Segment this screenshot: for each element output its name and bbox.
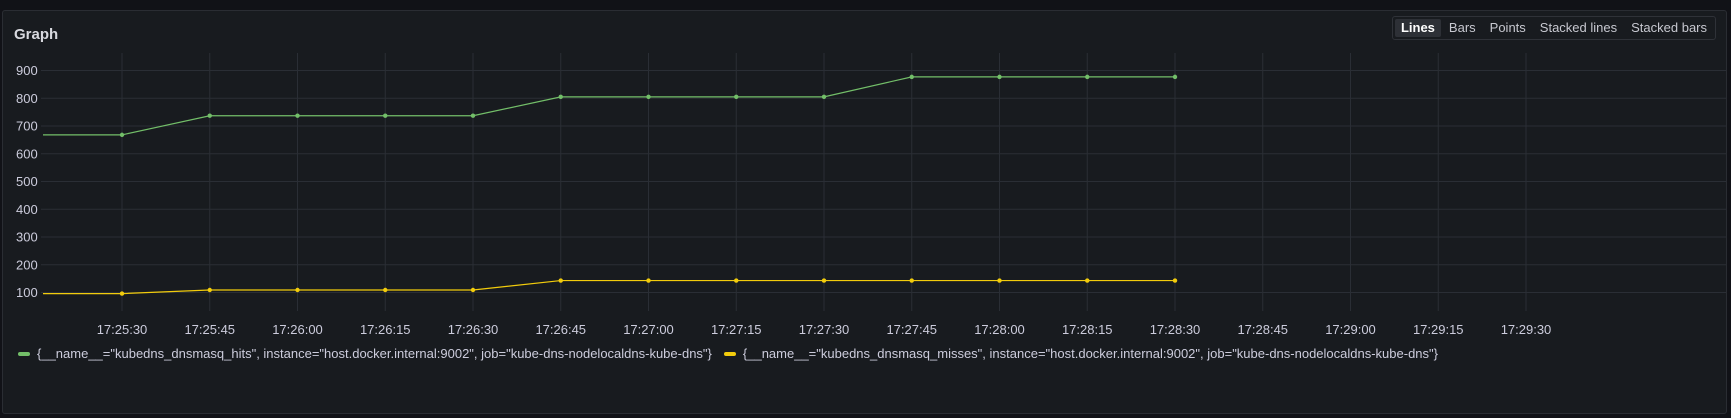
data-point-hits [909, 74, 914, 80]
data-point-misses [997, 278, 1002, 283]
data-point-misses [909, 278, 914, 283]
y-tick-label: 800 [16, 91, 38, 106]
legend-item-misses[interactable]: {__name__="kubedns_dnsmasq_misses", inst… [723, 346, 1438, 361]
y-tick-label: 900 [16, 63, 38, 78]
legend-swatch-hits [18, 351, 30, 356]
x-tick-label: 17:25:45 [184, 322, 235, 337]
data-point-misses [646, 278, 651, 283]
data-point-hits [1172, 74, 1178, 80]
data-point-misses [558, 278, 563, 283]
data-point-hits [821, 94, 827, 100]
x-tick-label: 17:28:45 [1237, 322, 1288, 337]
x-tick-label: 17:27:30 [799, 322, 850, 337]
legend-label-misses: {__name__="kubedns_dnsmasq_misses", inst… [742, 346, 1438, 361]
y-tick-label: 600 [16, 146, 38, 161]
data-point-misses [1172, 278, 1178, 283]
y-tick-label: 400 [16, 202, 38, 217]
data-point-hits [207, 113, 212, 118]
x-tick-label: 17:26:15 [360, 322, 411, 337]
data-point-hits [119, 132, 125, 138]
data-point-hits [734, 94, 739, 100]
x-tick-label: 17:28:00 [974, 322, 1025, 337]
x-tick-label: 17:26:00 [272, 322, 323, 337]
graph-panel: Graph Lines Bars Points Stacked lines St… [2, 10, 1727, 414]
x-tick-label: 17:29:15 [1413, 322, 1464, 337]
data-point-misses [821, 278, 827, 283]
data-point-misses [734, 278, 739, 283]
data-point-hits [295, 113, 300, 118]
legend-label-hits: {__name__="kubedns_dnsmasq_hits", instan… [37, 346, 712, 361]
data-point-hits [646, 94, 651, 100]
data-point-hits [1085, 74, 1090, 80]
data-point-misses [383, 287, 388, 293]
data-point-misses [295, 287, 300, 293]
legend-swatch-misses [723, 351, 736, 356]
data-point-hits [558, 94, 563, 100]
series-line-misses [43, 279, 1175, 295]
data-point-misses [119, 291, 125, 296]
data-point-hits [470, 113, 476, 118]
x-tick-label: 17:27:00 [623, 322, 674, 337]
x-tick-label: 17:26:45 [535, 322, 586, 337]
data-point-hits [997, 74, 1002, 80]
x-tick-label: 17:27:15 [711, 322, 762, 337]
y-tick-label: 500 [16, 174, 38, 189]
x-tick-label: 17:26:30 [448, 322, 499, 337]
data-point-misses [207, 287, 212, 293]
x-tick-label: 17:25:30 [97, 322, 148, 337]
y-tick-label: 100 [16, 285, 38, 300]
x-tick-label: 17:28:30 [1150, 322, 1201, 337]
time-series-chart[interactable]: 100 200 300 400 500 600 700 800 900 17:25:30 17:25… [3, 11, 1726, 341]
data-point-misses [470, 287, 476, 293]
x-tick-label: 17:27:45 [886, 322, 937, 337]
x-tick-label: 17:29:00 [1325, 322, 1376, 337]
data-point-hits [383, 113, 388, 118]
x-tick-label: 17:28:15 [1062, 322, 1113, 337]
chart-legend: {__name__="kubedns_dnsmasq_hits", instan… [18, 346, 1438, 361]
y-tick-label: 200 [16, 257, 38, 272]
y-tick-label: 300 [16, 230, 38, 245]
legend-item-hits[interactable]: {__name__="kubedns_dnsmasq_hits", instan… [18, 346, 712, 361]
data-point-misses [1085, 278, 1090, 283]
y-tick-label: 700 [16, 119, 38, 134]
x-tick-label: 17:29:30 [1501, 322, 1552, 337]
